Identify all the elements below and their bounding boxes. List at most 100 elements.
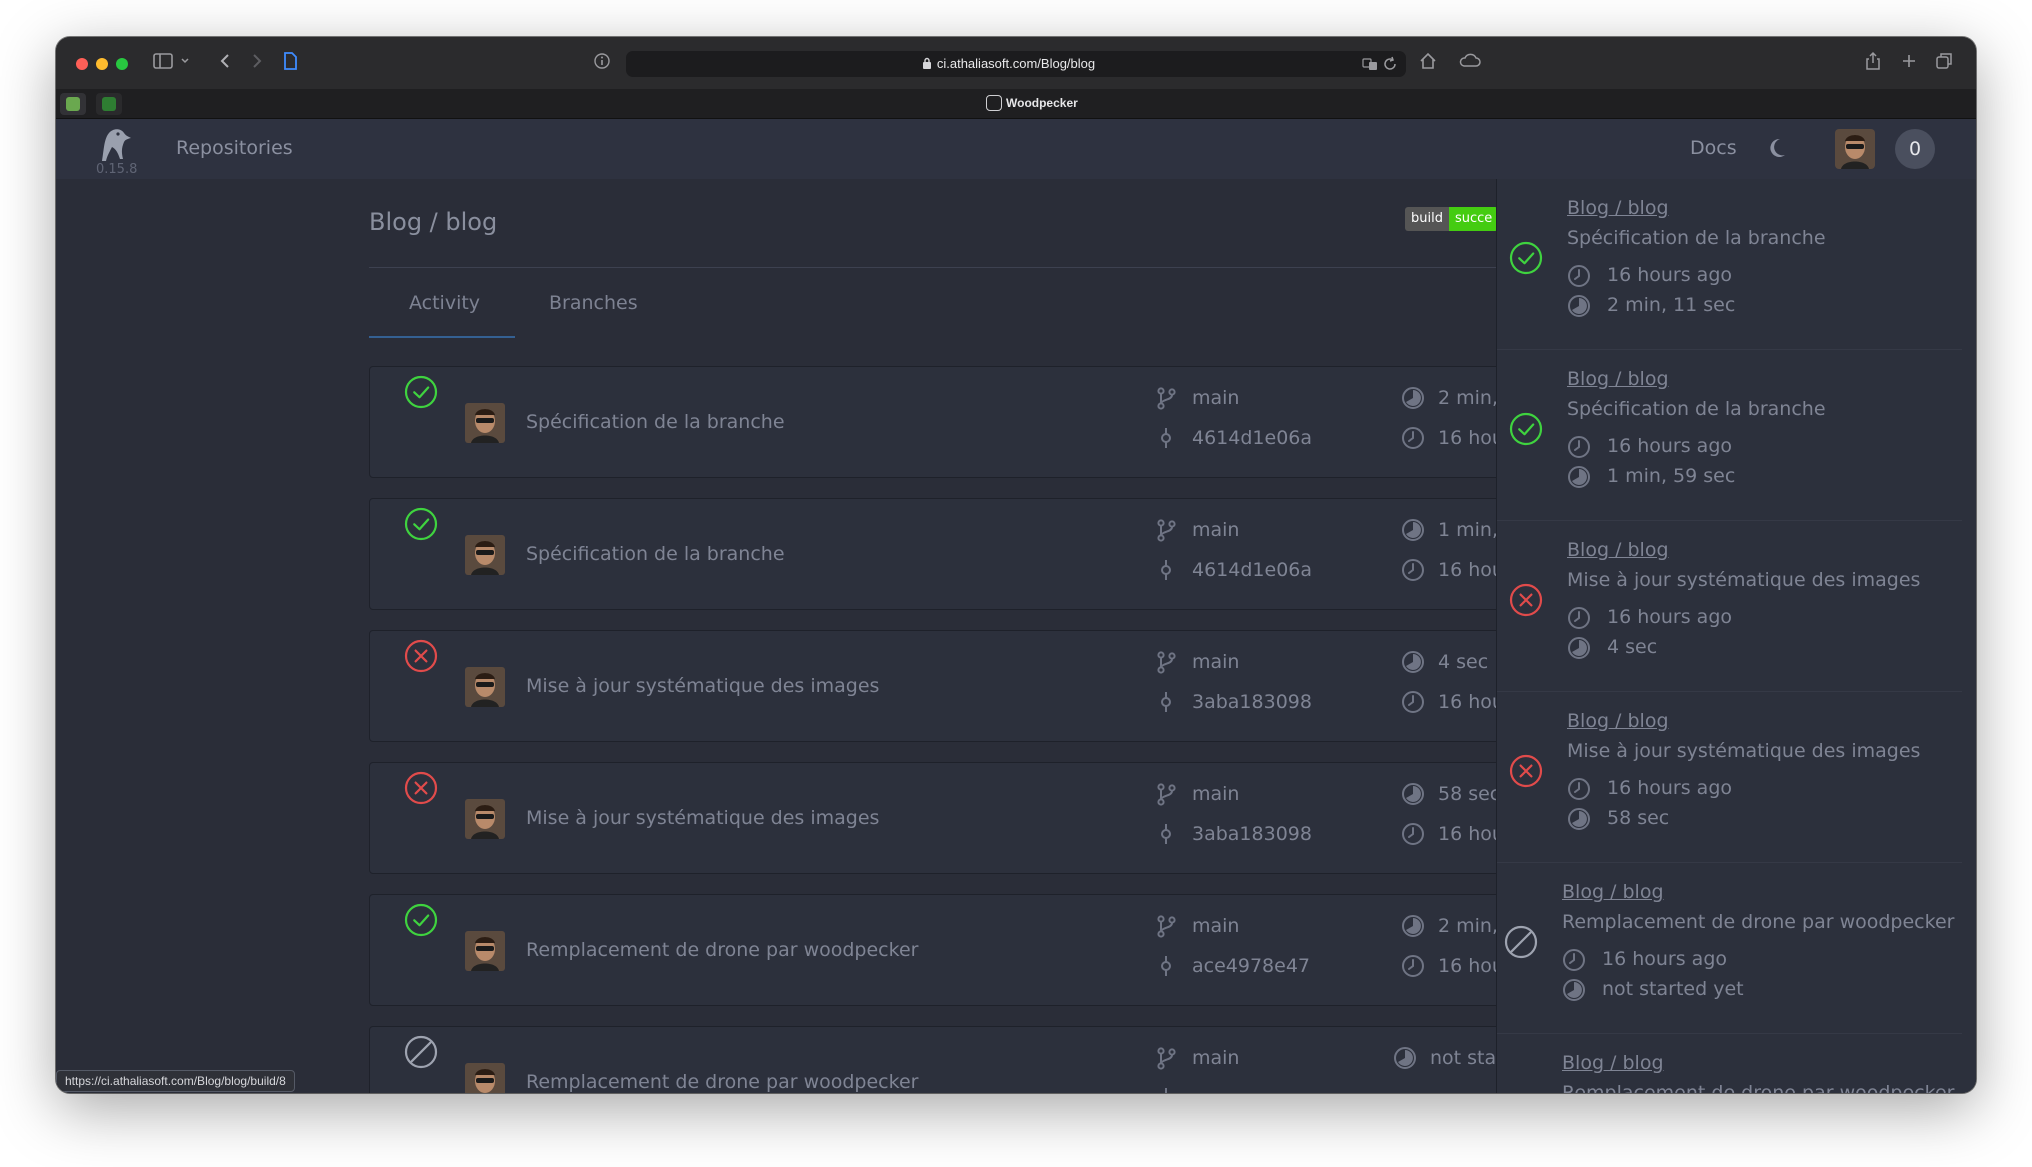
build-row[interactable]: Mise à jour systématique des images main… xyxy=(369,762,1569,874)
notification-repo-link[interactable]: Blog / blog xyxy=(1562,1052,1664,1074)
notification-repo-link[interactable]: Blog / blog xyxy=(1562,881,1664,903)
notification-item[interactable]: Blog / blog Remplacement de drone par wo… xyxy=(1497,863,1962,1034)
build-commit[interactable]: 3aba183098 xyxy=(1192,691,1312,713)
build-branch: main xyxy=(1192,387,1240,409)
pinned-tab[interactable] xyxy=(60,93,86,115)
build-row[interactable]: Remplacement de drone par woodpecker mai… xyxy=(369,894,1569,1006)
notification-repo-link[interactable]: Blog / blog xyxy=(1567,710,1669,732)
author-avatar xyxy=(465,931,505,971)
chevron-down-icon[interactable] xyxy=(180,53,190,69)
branch-icon xyxy=(1155,518,1177,546)
build-duration: not star xyxy=(1430,1047,1504,1069)
duration-icon xyxy=(1567,294,1591,323)
duration-icon xyxy=(1401,782,1425,810)
build-commit[interactable]: 3aba183098 xyxy=(1192,823,1312,845)
build-branch: main xyxy=(1192,519,1240,541)
badge-value: succe xyxy=(1448,207,1499,231)
back-icon[interactable] xyxy=(218,51,232,71)
woodpecker-app: 0.15.8 Repositories Docs 0 Blog / blog b… xyxy=(56,119,1976,1093)
page-icon[interactable] xyxy=(282,51,298,71)
translate-icon[interactable] xyxy=(1362,56,1378,72)
build-row[interactable]: Spécification de la branche main 4614d1e… xyxy=(369,498,1569,610)
notification-item[interactable]: Blog / blog Mise à jour systématique des… xyxy=(1497,692,1962,863)
notification-message: Remplacement de drone par woodpecker xyxy=(1562,911,1955,933)
duration-icon xyxy=(1401,650,1425,678)
branch-icon xyxy=(1155,386,1177,414)
zoom-window-button[interactable] xyxy=(116,58,128,70)
author-avatar xyxy=(465,667,505,707)
tab-branches[interactable]: Branches xyxy=(549,292,638,314)
build-message: Remplacement de drone par woodpecker xyxy=(526,939,919,961)
notification-duration: not started yet xyxy=(1602,978,1744,1000)
build-row[interactable]: Spécification de la branche main 4614d1e… xyxy=(369,366,1569,478)
clock-icon xyxy=(1401,690,1425,718)
build-duration: 4 sec xyxy=(1438,651,1489,673)
nav-repositories-link[interactable]: Repositories xyxy=(176,137,293,159)
home-icon[interactable] xyxy=(1418,51,1438,71)
build-failure-icon xyxy=(404,771,438,809)
build-since: 16 hou xyxy=(1438,955,1504,977)
build-branch: main xyxy=(1192,783,1240,805)
notification-repo-link[interactable]: Blog / blog xyxy=(1567,539,1669,561)
tab-activity[interactable]: Activity xyxy=(409,292,480,314)
forward-icon[interactable] xyxy=(250,51,264,71)
clock-icon xyxy=(1562,948,1586,977)
notification-repo-link[interactable]: Blog / blog xyxy=(1567,197,1669,219)
browser-tabbar: Woodpecker xyxy=(56,89,1976,119)
notification-message: Spécification de la branche xyxy=(1567,398,1826,420)
close-window-button[interactable] xyxy=(76,58,88,70)
notification-item[interactable]: Blog / blog Spécification de la branche … xyxy=(1497,350,1962,521)
nav-docs-link[interactable]: Docs xyxy=(1690,137,1737,159)
build-branch: main xyxy=(1192,651,1240,673)
page-title: Blog / blog xyxy=(369,208,498,236)
notification-since: 16 hours ago xyxy=(1607,435,1733,457)
build-failure-icon xyxy=(1509,754,1543,792)
woodpecker-logo-icon[interactable] xyxy=(94,125,132,167)
build-since: 16 hou xyxy=(1438,691,1504,713)
duration-icon xyxy=(1562,978,1586,1007)
tab-overview-icon[interactable] xyxy=(1934,51,1954,71)
woodpecker-tab-icon xyxy=(986,95,1002,111)
notification-repo-link[interactable]: Blog / blog xyxy=(1567,368,1669,390)
author-avatar xyxy=(465,1063,505,1093)
sidebar-toggle-icon[interactable] xyxy=(152,51,174,71)
info-icon[interactable] xyxy=(592,51,612,71)
pinned-tab-icon xyxy=(102,97,116,111)
build-commit[interactable]: ace4978e47 xyxy=(1192,955,1310,977)
build-since: 16 hou xyxy=(1438,823,1504,845)
notification-item[interactable]: Blog / blog Remplacement de drone par wo… xyxy=(1497,1034,1962,1093)
browser-titlebar: ci.athaliasoft.com/Blog/blog xyxy=(56,37,1976,89)
notification-item[interactable]: Blog / blog Mise à jour systématique des… xyxy=(1497,521,1962,692)
cloud-icon[interactable] xyxy=(1458,51,1482,71)
top-navbar: 0.15.8 Repositories Docs 0 xyxy=(56,119,1976,179)
new-tab-icon[interactable] xyxy=(1900,51,1918,71)
notification-duration: 1 min, 59 sec xyxy=(1607,465,1736,487)
build-commit[interactable]: 4614d1e06a xyxy=(1192,559,1312,581)
build-row[interactable]: Remplacement de drone par woodpecker mai… xyxy=(369,1026,1569,1093)
user-avatar[interactable] xyxy=(1835,129,1875,169)
build-status-badge[interactable]: build succe xyxy=(1405,207,1499,231)
reload-icon[interactable] xyxy=(1382,56,1398,72)
notification-message: Remplacement de drone par woodpecker xyxy=(1562,1082,1955,1093)
notification-message: Mise à jour systématique des images xyxy=(1567,569,1921,591)
commit-icon xyxy=(1155,558,1177,586)
notifications-count-badge[interactable]: 0 xyxy=(1895,129,1935,169)
minimize-window-button[interactable] xyxy=(96,58,108,70)
build-message: Spécification de la branche xyxy=(526,543,785,565)
address-bar[interactable]: ci.athaliasoft.com/Blog/blog xyxy=(626,51,1406,77)
duration-icon xyxy=(1401,914,1425,942)
divider xyxy=(369,267,1569,268)
link-hover-status: https://ci.athaliasoft.com/Blog/blog/bui… xyxy=(56,1070,295,1092)
build-failure-icon xyxy=(1509,583,1543,621)
build-row[interactable]: Mise à jour systématique des images main… xyxy=(369,630,1569,742)
notification-item[interactable]: Blog / blog Spécification de la branche … xyxy=(1497,179,1962,350)
active-tab-title[interactable]: Woodpecker xyxy=(1006,96,1078,110)
dark-mode-toggle-icon[interactable] xyxy=(1766,135,1794,167)
build-commit[interactable]: 4614d1e06a xyxy=(1192,427,1312,449)
pinned-tab[interactable] xyxy=(96,93,122,115)
notification-message: Mise à jour systématique des images xyxy=(1567,740,1921,762)
share-icon[interactable] xyxy=(1864,51,1882,71)
notification-since: 16 hours ago xyxy=(1602,948,1728,970)
build-success-icon xyxy=(1509,412,1543,450)
duration-icon xyxy=(1401,518,1425,546)
